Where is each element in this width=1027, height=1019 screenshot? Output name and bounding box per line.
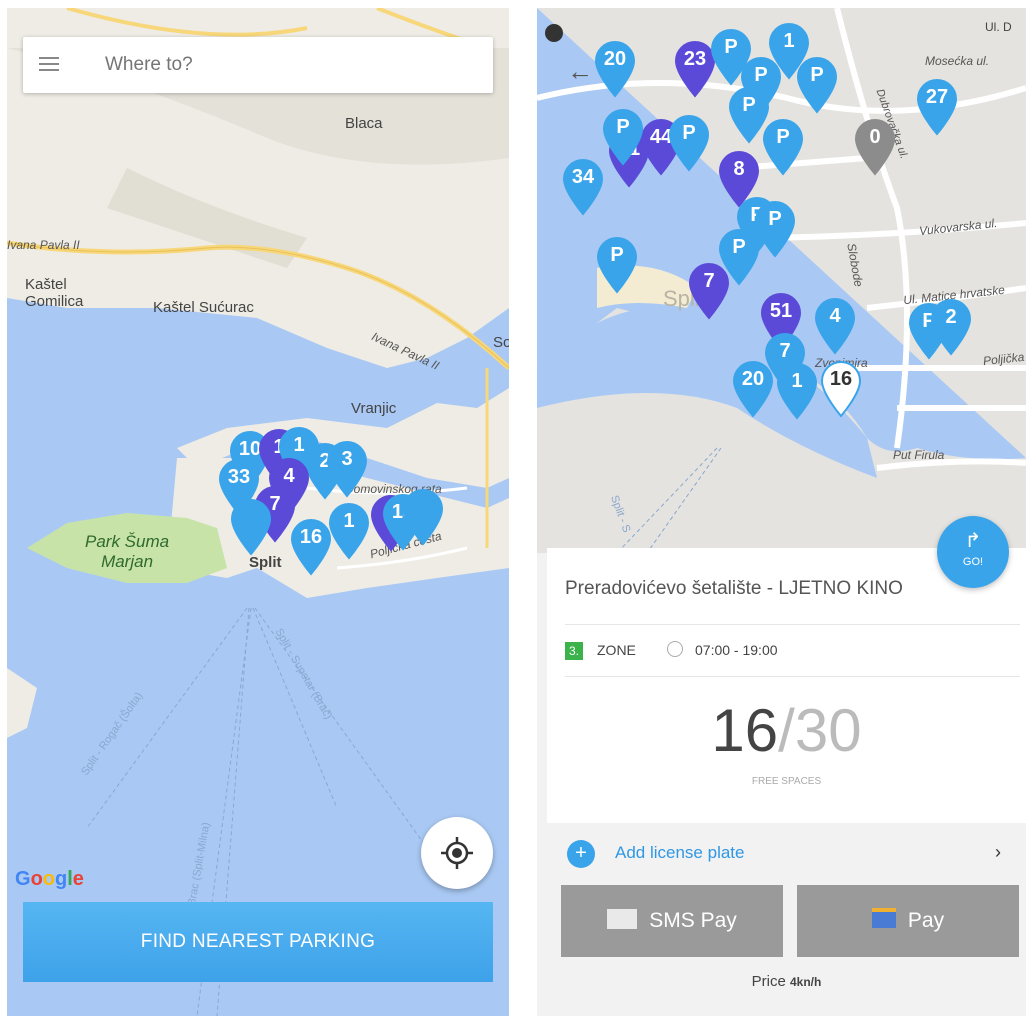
back-arrow-icon[interactable]: ← — [567, 56, 593, 87]
add-license-plate-link[interactable]: Add license plate — [615, 843, 744, 863]
google-logo: Google — [15, 868, 84, 890]
map-label-park-marjan: Park Šuma Marjan — [85, 532, 170, 571]
search-input[interactable] — [103, 53, 467, 77]
free-count: 16 — [711, 697, 779, 764]
left-parking-pin[interactable] — [401, 488, 445, 546]
pin-label: 2 — [945, 306, 957, 328]
left-parking-pin[interactable]: 16 — [289, 518, 333, 576]
pin-label: 16 — [829, 368, 853, 390]
opening-hours: 07:00 - 19:00 — [695, 642, 778, 658]
right-parking-pin[interactable]: 34 — [561, 158, 605, 216]
pin-label: 20 — [603, 48, 627, 70]
pin-label: 0 — [869, 126, 881, 148]
free-spaces-label: FREE SPACES — [751, 776, 822, 787]
map-label-vranjic: Vranjic — [351, 400, 397, 417]
pin-label: P — [742, 94, 756, 116]
map-label-split: Split — [249, 554, 282, 571]
right-parking-pin[interactable]: 0 — [853, 118, 897, 176]
zone-label: ZONE — [597, 642, 636, 658]
free-spaces-count: 16/30 — [547, 696, 1026, 765]
clock-icon — [667, 641, 683, 657]
pin-label: 34 — [571, 166, 595, 188]
pin-label: 4 — [829, 305, 841, 327]
total-count: /30 — [778, 697, 862, 764]
right-parking-pin[interactable]: 20 — [593, 40, 637, 98]
right-parking-pin[interactable]: 20 — [731, 360, 775, 418]
right-parking-pin[interactable]: 1 — [775, 362, 819, 420]
left-screen: Blaca Ivana Pavla II Kaštel Gomilica Kaš… — [7, 8, 509, 1016]
place-name: Preradovićevo šetalište - LJETNO KINO — [565, 578, 903, 599]
left-parking-pin[interactable]: 1 — [327, 502, 371, 560]
map-label-put-firula: Put Firula — [893, 448, 945, 462]
pin-label: 27 — [925, 86, 949, 108]
right-parking-pin[interactable]: 27 — [915, 78, 959, 136]
zone-badge: 3. — [565, 642, 583, 660]
right-parking-pin[interactable]: P — [595, 236, 639, 294]
credit-card-icon — [871, 908, 896, 929]
map-label-blaca: Blaca — [345, 115, 383, 132]
right-parking-pin[interactable]: P — [717, 228, 761, 286]
pin-label: 51 — [769, 300, 793, 322]
plus-icon[interactable]: + — [567, 840, 595, 868]
pin-label: P — [810, 64, 824, 86]
map-label-kastel-sucurac: Kaštel Sućurac — [153, 299, 254, 316]
map-label-moseka: Mosećka ul. — [925, 54, 990, 68]
find-nearest-parking-button[interactable]: FIND NEAREST PARKING — [23, 902, 493, 982]
left-parking-pin[interactable]: 3 — [325, 440, 369, 498]
sms-pay-label: SMS Pay — [649, 909, 737, 932]
hamburger-icon[interactable] — [39, 57, 59, 71]
sms-pay-button[interactable]: SMS Pay — [561, 885, 783, 957]
turn-right-icon: ↱ — [964, 530, 982, 552]
pin-label: P — [732, 236, 746, 258]
pin-label: P — [754, 64, 768, 86]
pin-label: 8 — [733, 158, 745, 180]
right-screen: ← Ul. D Mosećka ul. Dubrovačka ul. Vukov… — [537, 8, 1026, 1016]
pin-label: 1 — [343, 510, 355, 532]
pin-label: 3 — [341, 448, 353, 470]
map-label-ul-d: Ul. D — [985, 20, 1012, 34]
map-label-kastel-gomilica: Kaštel Gomilica — [25, 276, 84, 310]
price-label: Price — [751, 973, 786, 990]
pin-label: 1 — [791, 370, 803, 392]
map-pin-icon — [230, 499, 272, 556]
divider — [565, 624, 1020, 625]
map-pin-icon — [402, 489, 444, 546]
right-parking-pin[interactable]: P — [667, 114, 711, 172]
search-bar[interactable] — [23, 37, 493, 93]
right-parking-pin[interactable]: P — [601, 108, 645, 166]
envelope-icon — [607, 909, 638, 930]
go-label: GO! — [962, 556, 984, 568]
right-parking-pin[interactable]: 4 — [813, 297, 857, 355]
right-parking-pin[interactable]: 16 — [819, 360, 863, 418]
map-label-ivana-pavla: Ivana Pavla II — [7, 238, 80, 252]
pin-label: 20 — [741, 368, 765, 390]
my-location-button[interactable] — [421, 817, 493, 889]
parking-detail-sheet: Preradovićevo šetalište - LJETNO KINO 3.… — [547, 548, 1026, 1016]
map-label-so: So — [493, 334, 509, 351]
pin-label: 1 — [783, 30, 795, 52]
price-value: 4kn/h — [790, 975, 822, 989]
left-parking-pin[interactable] — [229, 498, 273, 556]
right-parking-pin[interactable]: P — [795, 56, 839, 114]
pin-label: P — [616, 116, 630, 138]
my-location-icon — [441, 837, 473, 869]
pin-label: P — [682, 122, 696, 144]
right-parking-pin[interactable]: P — [761, 118, 805, 176]
pin-label: 16 — [299, 526, 323, 548]
pin-label: P — [776, 126, 790, 148]
chevron-right-icon[interactable]: › — [995, 842, 1001, 863]
pin-label: P — [610, 244, 624, 266]
right-parking-pin[interactable]: 2 — [929, 298, 973, 356]
go-button[interactable]: ↱ GO! — [937, 516, 1009, 588]
compass-icon[interactable] — [545, 24, 563, 42]
divider — [565, 676, 1020, 677]
card-pay-label: Pay — [907, 909, 945, 932]
card-pay-button[interactable]: Pay — [797, 885, 1019, 957]
price-info: Price 4kn/h — [547, 973, 1026, 990]
